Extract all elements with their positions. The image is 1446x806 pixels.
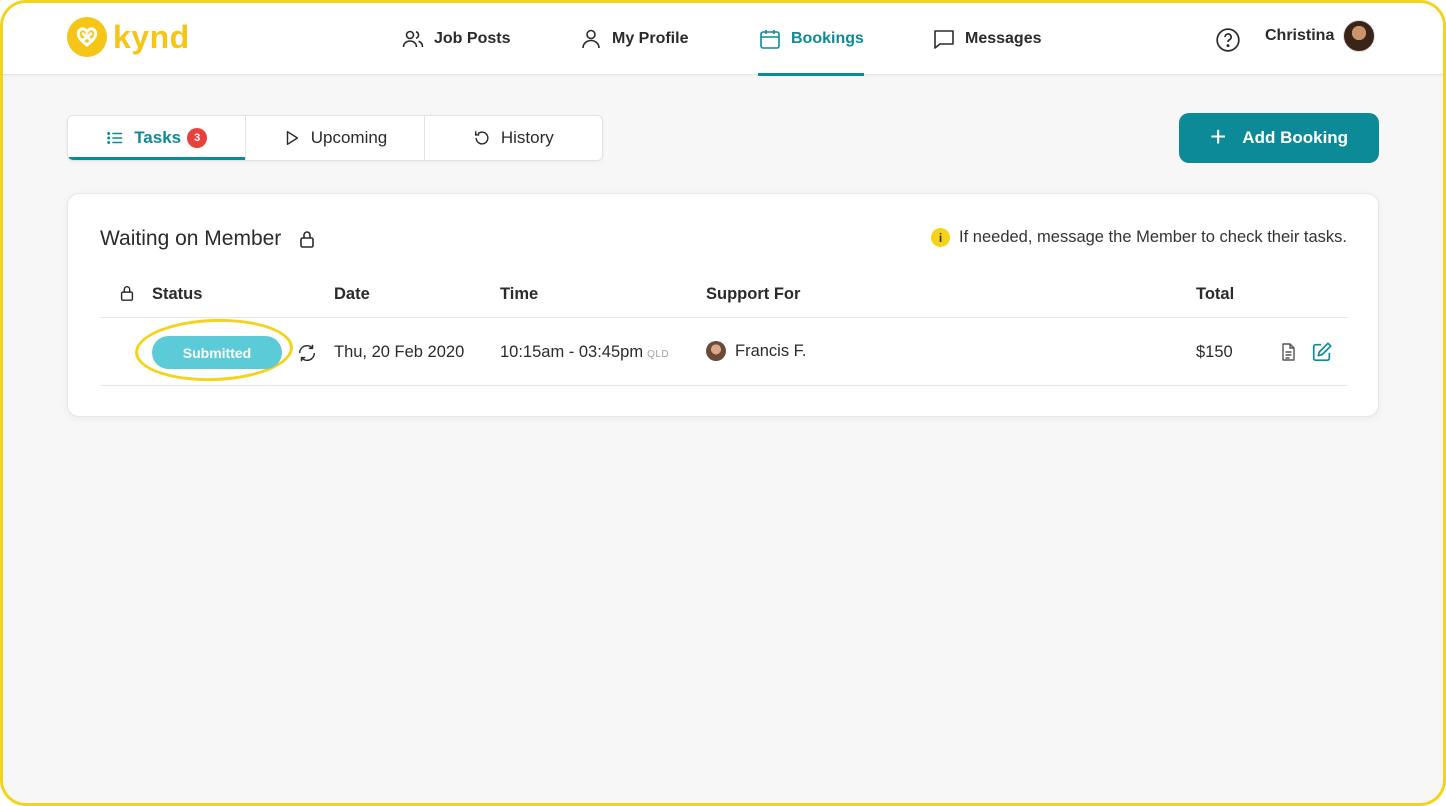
- kynd-logo-text: kynd: [113, 18, 190, 55]
- app-frame: kynd Job Posts My Profile Bookings Messa…: [0, 0, 1446, 806]
- card-title-text: Waiting on Member: [100, 227, 282, 250]
- kynd-logo[interactable]: kynd: [67, 17, 190, 57]
- column-date[interactable]: Date: [334, 285, 370, 304]
- info-icon: i: [931, 228, 951, 247]
- list-icon: [107, 132, 123, 144]
- nav-bookings[interactable]: Bookings: [758, 3, 864, 76]
- info-note: i If needed, message the Member to check…: [931, 228, 1347, 247]
- column-time[interactable]: Time: [500, 285, 538, 304]
- tab-upcoming-label: Upcoming: [310, 128, 388, 147]
- booking-time: 10:15am - 03:45pm QLD: [500, 343, 669, 362]
- add-booking-label: Add Booking: [1242, 128, 1349, 147]
- help-icon[interactable]: [1215, 27, 1241, 53]
- bookings-tabs: Tasks 3 Upcoming History: [67, 115, 603, 161]
- booking-time-range: 10:15am - 03:45pm: [500, 343, 644, 361]
- history-icon: [474, 131, 489, 145]
- info-note-text: If needed, message the Member to check t…: [959, 228, 1347, 246]
- chat-icon: [934, 30, 954, 49]
- users-icon: [402, 30, 424, 48]
- lock-icon: [120, 286, 134, 301]
- user-avatar: [1343, 20, 1376, 52]
- tab-history-label: History: [500, 128, 554, 147]
- nav-messages-label: Messages: [965, 30, 1042, 47]
- member-name: Francis F.: [735, 341, 807, 360]
- lock-icon: [300, 231, 315, 248]
- tasks-count-badge: 3: [187, 128, 208, 148]
- tab-upcoming[interactable]: Upcoming: [246, 116, 425, 160]
- kynd-logo-icon: [67, 17, 107, 57]
- column-support-for[interactable]: Support For: [706, 285, 800, 304]
- support-for[interactable]: Francis F.: [706, 341, 807, 361]
- card-title: Waiting on Member: [100, 227, 317, 251]
- play-icon: [286, 130, 298, 146]
- booking-total: $150: [1196, 343, 1233, 361]
- add-booking-button[interactable]: + Add Booking: [1179, 113, 1379, 163]
- timezone-label: QLD: [647, 349, 670, 360]
- booking-date: Thu, 20 Feb 2020: [334, 343, 465, 361]
- plus-icon: +: [1209, 120, 1227, 152]
- document-icon[interactable]: [1278, 342, 1298, 362]
- tab-tasks-label: Tasks: [134, 128, 182, 147]
- user-icon: [582, 29, 600, 49]
- column-status[interactable]: Status: [152, 285, 202, 304]
- status-badge[interactable]: Submitted: [152, 336, 282, 369]
- tab-history[interactable]: History: [425, 116, 602, 160]
- nav-job-posts-label: Job Posts: [434, 30, 511, 47]
- column-total[interactable]: Total: [1196, 285, 1234, 304]
- table-row[interactable]: Submitted Thu, 20 Feb 2020 10:15am - 03:…: [100, 316, 1348, 386]
- nav-messages[interactable]: Messages: [932, 3, 1042, 75]
- calendar-icon: [760, 30, 780, 49]
- waiting-on-member-card: Waiting on Member i If needed, message t…: [67, 193, 1379, 417]
- member-avatar: [706, 341, 726, 361]
- table-header: Status Date Time Support For Total: [100, 272, 1348, 318]
- tab-tasks[interactable]: Tasks 3: [68, 116, 247, 160]
- top-navbar: kynd Job Posts My Profile Bookings Messa…: [3, 3, 1443, 76]
- nav-bookings-label: Bookings: [791, 30, 864, 47]
- nav-job-posts[interactable]: Job Posts: [401, 3, 510, 75]
- user-name: Christina: [1265, 27, 1335, 44]
- nav-my-profile-label: My Profile: [612, 30, 689, 47]
- user-menu[interactable]: Christina: [1265, 20, 1376, 52]
- sync-icon[interactable]: [296, 342, 318, 364]
- edit-icon[interactable]: [1311, 341, 1333, 363]
- nav-my-profile[interactable]: My Profile: [579, 3, 688, 75]
